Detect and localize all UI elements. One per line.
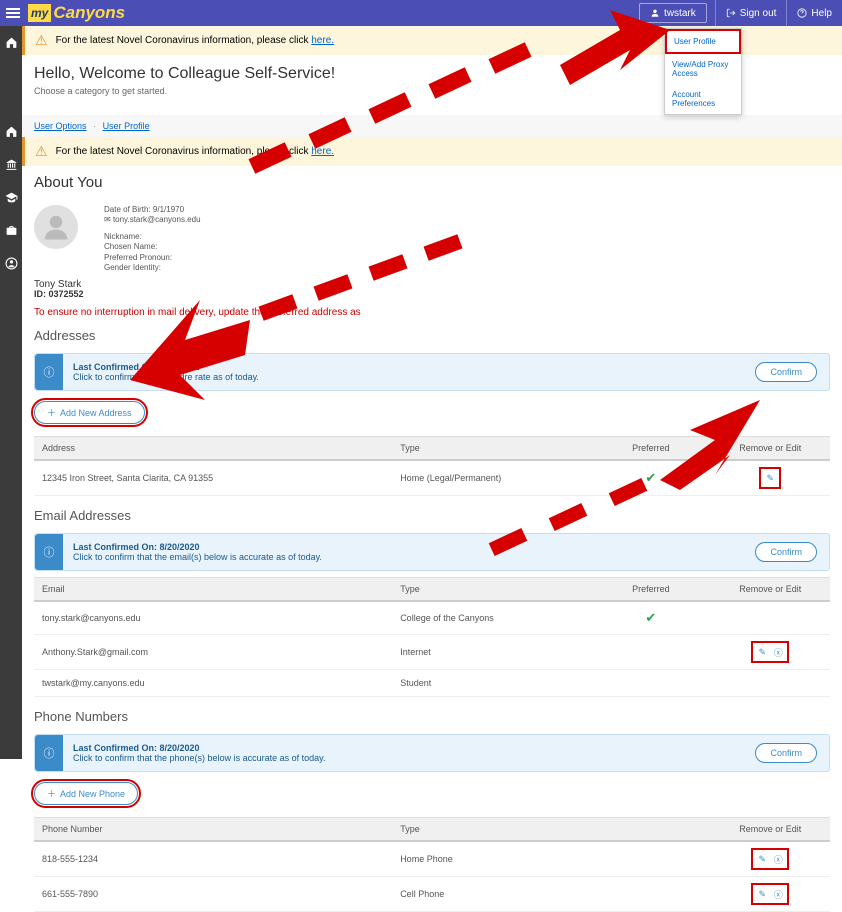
table-row: 12345 Iron Street, Santa Clarita, CA 913… [34, 460, 830, 496]
home-icon[interactable] [5, 125, 18, 138]
sidebar-main [0, 115, 22, 759]
avatar [34, 205, 78, 249]
dropdown-user-profile[interactable]: User Profile [665, 29, 741, 54]
addr-confirm-button[interactable]: Confirm [755, 362, 817, 382]
edit-phone-icon[interactable]: ✎ [755, 887, 769, 901]
help-icon [797, 8, 807, 18]
emails-confirm-box: ⓘ Last Confirmed On: 8/20/2020 Click to … [34, 533, 830, 571]
breadcrumb: User Options · User Profile [22, 115, 842, 137]
emails-heading: Email Addresses [22, 502, 842, 529]
logo-canyons: Canyons [53, 3, 125, 23]
about-heading: About You [22, 166, 842, 199]
address-warning: To ensure no interruption in mail delive… [22, 303, 842, 322]
col-type: Type [392, 437, 591, 461]
help-button[interactable]: Help [786, 0, 842, 26]
addr-confirmed-text: Click to confirm that the addre rate as … [73, 372, 733, 382]
check-icon: ✔ [645, 470, 656, 485]
logo[interactable]: my Canyons [28, 3, 125, 23]
delete-phone-icon[interactable]: ⓧ [771, 852, 785, 866]
graduation-icon[interactable] [5, 191, 18, 204]
addresses-table: Address Type Preferred Remove or Edit 12… [34, 436, 830, 496]
addresses-confirm-box: ⓘ Last Confirmed On: 3/15/2022 Click to … [34, 353, 830, 391]
signout-button[interactable]: Sign out [715, 0, 787, 26]
emails-table: Email Type Preferred Remove or Edit tony… [34, 577, 830, 697]
user-menu-button[interactable]: twstark [639, 3, 707, 23]
delete-email-icon[interactable]: ⓧ [771, 645, 785, 659]
covid-alert-2: ⚠ For the latest Novel Coronavirus infor… [22, 137, 842, 166]
dob-label: Date of Birth: 9/1/1970 [104, 205, 201, 215]
profile-id: ID: 0372552 [34, 289, 84, 299]
alert-text: For the latest Novel Coronavirus informa… [56, 35, 312, 46]
breadcrumb-user-options[interactable]: User Options [34, 121, 87, 131]
dropdown-account-prefs[interactable]: Account Preferences [665, 84, 741, 114]
top-bar: my Canyons twstark Sign out Help [0, 0, 842, 26]
info-icon: ⓘ [35, 354, 63, 390]
edit-address-icon[interactable]: ✎ [763, 471, 777, 485]
user-circle-icon[interactable] [5, 257, 18, 270]
dropdown-proxy-access[interactable]: View/Add Proxy Access [665, 54, 741, 84]
table-row: twstark@my.canyons.eduStudent [34, 670, 830, 697]
alert-link[interactable]: here. [311, 35, 334, 46]
addresses-heading: Addresses [22, 322, 842, 349]
warning-icon: ⚠ [35, 143, 48, 160]
warning-icon: ⚠ [35, 32, 48, 49]
profile-meta: Date of Birth: 9/1/1970 ✉ tony.stark@can… [104, 205, 201, 297]
signout-icon [726, 8, 736, 18]
info-icon: ⓘ [35, 735, 63, 771]
table-row: 661-555-7890Cell Phone ✎ⓧ [34, 877, 830, 912]
info-icon: ⓘ [35, 534, 63, 570]
email-confirm-button[interactable]: Confirm [755, 542, 817, 562]
home-icon[interactable] [5, 36, 18, 49]
alert-link-2[interactable]: here. [311, 146, 334, 157]
briefcase-icon[interactable] [5, 224, 18, 237]
help-label: Help [811, 8, 832, 19]
breadcrumb-user-profile[interactable]: User Profile [103, 121, 150, 131]
hamburger-icon[interactable] [0, 6, 22, 20]
check-icon: ✔ [645, 610, 656, 625]
signout-label: Sign out [740, 8, 777, 19]
phones-confirm-box: ⓘ Last Confirmed On: 8/20/2020 Click to … [34, 734, 830, 772]
username-label: twstark [664, 8, 696, 19]
table-row: Anthony.Stark@gmail.comInternet ✎ⓧ [34, 635, 830, 670]
col-preferred: Preferred [591, 437, 710, 461]
bank-icon[interactable] [5, 158, 18, 171]
user-dropdown: User Profile View/Add Proxy Access Accou… [664, 28, 742, 115]
table-row: 818-555-1234Home Phone ✎ⓧ [34, 841, 830, 877]
logo-my: my [28, 4, 51, 22]
profile-block: Tony Stark ID: 0372552 Date of Birth: 9/… [22, 199, 842, 303]
addr-confirmed-title: Last Confirmed On: 3/15/2022 [73, 362, 733, 372]
edit-phone-icon[interactable]: ✎ [755, 852, 769, 866]
user-icon [650, 8, 660, 18]
phones-heading: Phone Numbers [22, 703, 842, 730]
edit-email-icon[interactable]: ✎ [755, 645, 769, 659]
add-phone-button[interactable]: ＋ Add New Phone [34, 782, 138, 805]
col-remove-edit: Remove or Edit [711, 437, 830, 461]
col-address: Address [34, 437, 392, 461]
phones-table: Phone Number Type Remove or Edit 818-555… [34, 817, 830, 912]
table-row: tony.stark@canyons.eduCollege of the Can… [34, 601, 830, 635]
add-address-button[interactable]: ＋ Add New Address [34, 401, 145, 424]
phone-confirm-button[interactable]: Confirm [755, 743, 817, 763]
delete-phone-icon[interactable]: ⓧ [771, 887, 785, 901]
